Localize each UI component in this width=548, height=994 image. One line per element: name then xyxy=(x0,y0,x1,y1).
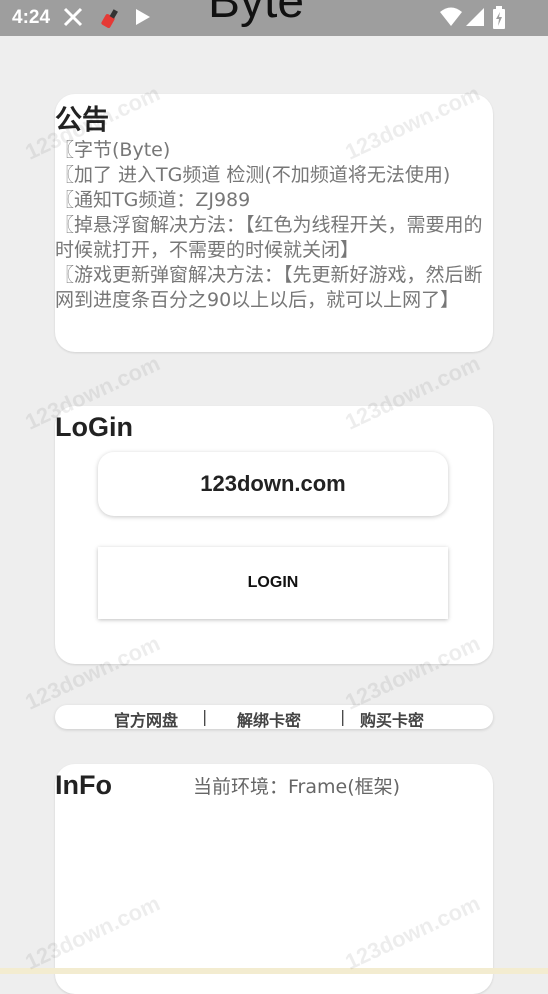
login-card: LoGin 123down.com LOGIN xyxy=(55,406,493,664)
play-icon xyxy=(134,6,152,32)
x-icon xyxy=(62,6,84,32)
login-title: LoGin xyxy=(55,412,133,442)
app-icon xyxy=(98,6,120,34)
card-key-field[interactable]: 123down.com xyxy=(98,452,448,516)
signal-icon xyxy=(465,6,485,32)
info-title: InFo xyxy=(55,770,112,800)
link-separator: | xyxy=(202,707,208,726)
wifi-icon xyxy=(439,6,463,32)
notice-card: 公告 〖字节(Byte) 〖加了 进入TG频道 检测(不加频道将无法使用) 〖通… xyxy=(55,94,493,352)
notice-line: 〖游戏更新弹窗解决方法：【先更新好游戏，然后断网到进度条百分之90以上以后，就可… xyxy=(55,264,483,311)
links-bar: 官方网盘 | 解绑卡密 | 购买卡密 xyxy=(55,705,493,731)
notice-line: 〖字节(Byte) xyxy=(55,139,171,161)
link-separator: | xyxy=(340,707,346,726)
info-card: InFo 当前环境：Frame(框架) xyxy=(55,764,493,994)
environment-text: 当前环境：Frame(框架) xyxy=(193,776,401,798)
bottom-strip xyxy=(0,968,548,974)
notice-line: 〖加了 进入TG频道 检测(不加频道将无法使用) xyxy=(55,164,451,186)
buy-key-link[interactable]: 购买卡密 xyxy=(360,707,424,731)
notice-line: 〖通知TG频道：ZJ989 xyxy=(55,189,251,211)
unbind-key-link[interactable]: 解绑卡密 xyxy=(237,707,301,731)
notice-title: 公告 xyxy=(55,105,109,135)
status-time: 4:24 xyxy=(12,7,51,28)
login-button[interactable]: LOGIN xyxy=(98,547,448,619)
battery-icon xyxy=(492,6,506,34)
notice-list: 〖字节(Byte) 〖加了 进入TG频道 检测(不加频道将无法使用) 〖通知TG… xyxy=(55,138,491,313)
official-drive-link[interactable]: 官方网盘 xyxy=(114,707,178,731)
notice-line: 〖掉悬浮窗解决方法：【红色为线程开关，需要用的时候就打开，不需要的时候就关闭】 xyxy=(55,214,483,261)
app-title: Byte xyxy=(208,0,305,28)
